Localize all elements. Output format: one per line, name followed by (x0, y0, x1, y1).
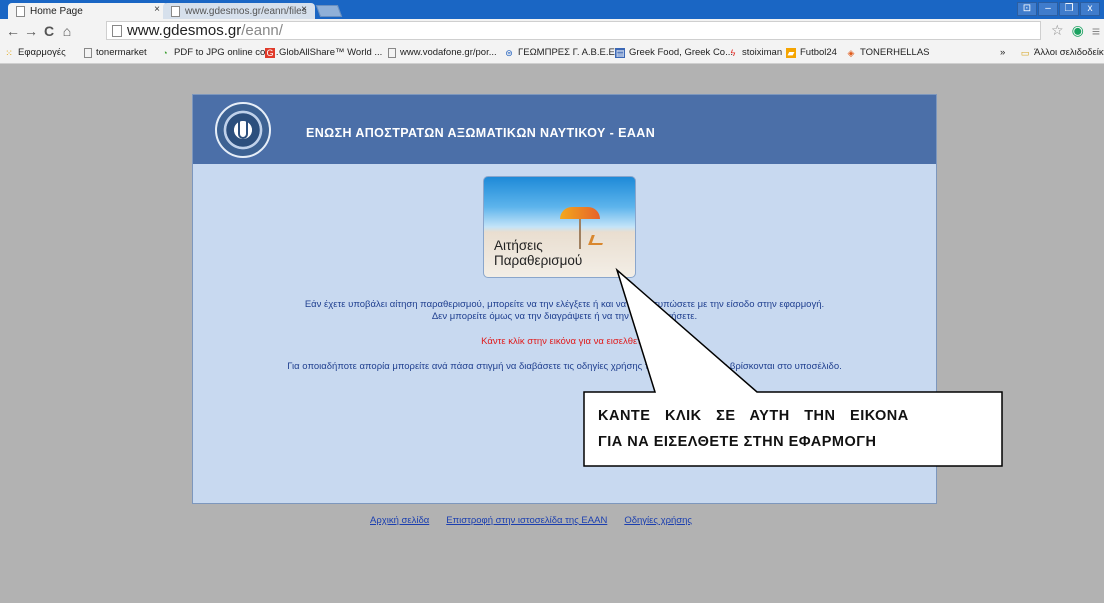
beach-chair-icon (588, 235, 606, 245)
maximize-button[interactable]: ❐ (1059, 2, 1079, 16)
bookmark-label: TONERHELLAS (860, 47, 930, 58)
page-icon (112, 25, 122, 37)
bookmark-label: ΓΕΩΜΠΡΕΣ Γ. Α.Β.Ε.Ε. (518, 47, 618, 58)
address-bar[interactable]: www.gdesmos.gr/eann/ (106, 21, 1041, 40)
footer-link-eaan-site[interactable]: Επιστροφή στην ιστοσελίδα της ΕΑΑΝ (446, 515, 607, 526)
futbol24-icon: ▰ (786, 47, 796, 58)
tab-title: www.gdesmos.gr/eann/files (185, 5, 307, 17)
callout-line2: ΓΙΑ ΝΑ ΕΙΣΕΛΘΕΤΕ ΣΤΗΝ ΕΦΑΡΜΟΓΗ (598, 434, 877, 450)
bookmark-label: GlobAllShare™ World ... (279, 47, 383, 58)
bookmark-label: stoiximan (742, 47, 783, 58)
bookmark-vodafone[interactable]: www.vodafone.gr/por... (388, 47, 497, 58)
bookmark-stoiximan[interactable]: ϟ stoiximan (728, 47, 783, 58)
new-tab-button[interactable] (315, 5, 343, 17)
header-banner: ΕΝΩΣΗ ΑΠΟΣΤΡΑΤΩΝ ΑΞΩΜΑΤΙΚΩΝ ΝΑΥΤΙΚΟΥ - Ε… (193, 95, 936, 164)
window-controls: ⊡ – ❐ x (1017, 2, 1100, 16)
bookmark-label: www.vodafone.gr/por... (400, 47, 497, 58)
food-icon: ▤ (615, 47, 625, 58)
page-icon (171, 6, 180, 17)
callout-text: ΚΑΝΤΕ ΚΛΙΚ ΣΕ ΑΥΤΗ ΤΗΝ ΕΙΚΟΝΑ ΓΙΑ ΝΑ ΕΙΣ… (584, 392, 1002, 466)
bookmark-label: Εφαρμογές (18, 47, 66, 58)
bookmark-geobres[interactable]: ⊜ ΓΕΩΜΠΡΕΣ Γ. Α.Β.Ε.Ε. (504, 47, 617, 58)
url-domain: www.gdesmos.gr (127, 22, 242, 39)
bookmark-star-icon[interactable]: ☆ (1051, 22, 1064, 39)
extension-icon[interactable]: ◉ (1072, 22, 1084, 39)
stoiximan-icon: ϟ (730, 47, 736, 58)
promo-label-line2: Παραθερισμού (494, 253, 583, 268)
flag-icon: ⊜ (505, 47, 513, 58)
browser-toolbar: ← → C ⌂ www.gdesmos.gr/eann/ ☆ ◉ ≡ (0, 19, 1104, 42)
tab-title: Home Page (30, 5, 83, 17)
bookmark-other-folder[interactable]: ▭ Άλλοι σελιδοδείκτ (1020, 47, 1104, 58)
bookmark-label: PDF to JPG online con... (174, 47, 279, 58)
tab-home-page[interactable]: Home Page × (8, 3, 168, 19)
back-button[interactable]: ← (4, 23, 22, 39)
url-path: /eann/ (241, 22, 283, 39)
home-button[interactable]: ⌂ (58, 23, 76, 39)
browser-tabstrip: Home Page × www.gdesmos.gr/eann/files × … (0, 0, 1104, 19)
footer-links: Αρχική σελίδα Επιστροφή στην ιστοσελίδα … (370, 515, 692, 526)
click-instruction: Κάντε κλίκ στην εικόνα για να εισελθετε. (481, 336, 648, 347)
info-text-line2: Δεν μπορείτε όμως να την διαγράψετε ή να… (431, 311, 698, 322)
bookmark-pdf-to-jpg[interactable]: ◔ PDF to JPG online con... (160, 47, 279, 58)
close-tab-icon[interactable]: × (154, 4, 160, 15)
bookmark-tonerhellas[interactable]: ◈ TONERHELLAS (846, 47, 930, 58)
page-icon (388, 47, 396, 58)
bookmark-label: Greek Food, Greek Co... (629, 47, 734, 58)
bookmark-label: Άλλοι σελιδοδείκτ (1034, 47, 1104, 58)
footer-link-home[interactable]: Αρχική σελίδα (370, 515, 429, 526)
bookmark-label: Futbol24 (800, 47, 837, 58)
globallshare-icon: G (265, 47, 275, 58)
bookmark-tonermarket[interactable]: tonermarket (84, 47, 147, 58)
vacation-applications-image[interactable]: Αιτήσεις Παραθερισμού (483, 176, 636, 278)
site-title: ΕΝΩΣΗ ΑΠΟΣΤΡΑΤΩΝ ΑΞΩΜΑΤΙΚΩΝ ΝΑΥΤΙΚΟΥ - Ε… (306, 126, 656, 140)
tab-files[interactable]: www.gdesmos.gr/eann/files × (163, 3, 315, 19)
bookmarks-overflow-button[interactable]: » (1000, 47, 1005, 58)
promo-label-line1: Αιτήσεις (494, 238, 543, 253)
info-text-line1: Εάν έχετε υποβάλει αίτηση παραθερισμού, … (304, 299, 825, 310)
forward-button[interactable]: → (22, 23, 40, 39)
reload-button[interactable]: C (40, 23, 58, 39)
tonerhellas-icon: ◈ (847, 47, 855, 58)
profile-icon[interactable]: ⊡ (1017, 2, 1037, 16)
page-viewport: ΕΝΩΣΗ ΑΠΟΣΤΡΑΤΩΝ ΑΞΩΜΑΤΙΚΩΝ ΝΑΥΤΙΚΟΥ - Ε… (7, 64, 1104, 603)
bookmark-greek-food[interactable]: ▤ Greek Food, Greek Co... (615, 47, 733, 58)
pdf-icon: ◔ (162, 47, 168, 58)
page-icon (16, 6, 25, 17)
footer-link-instructions[interactable]: Οδηγίες χρήσης (624, 515, 692, 526)
promo-label: Αιτήσεις Παραθερισμού (494, 238, 582, 268)
minimize-button[interactable]: – (1038, 2, 1058, 16)
menu-icon[interactable]: ≡ (1092, 23, 1100, 39)
bookmarks-bar: ⁙ Εφαρμογές tonermarket ◔ PDF to JPG onl… (0, 42, 1104, 64)
eaan-logo (215, 102, 271, 158)
page-icon (84, 47, 92, 58)
info-text-line4: Για οποιαδήποτε απορία μπορείτε ανά πάσα… (287, 361, 842, 372)
apps-icon: ⁙ (5, 47, 13, 58)
bookmark-apps[interactable]: ⁙ Εφαρμογές (4, 47, 66, 58)
folder-icon: ▭ (1020, 47, 1030, 58)
bookmark-futbol24[interactable]: ▰ Futbol24 (786, 47, 837, 58)
close-window-button[interactable]: x (1080, 2, 1100, 16)
anchor-icon (238, 119, 248, 139)
close-tab-icon[interactable]: × (301, 4, 307, 15)
bookmark-globallshare[interactable]: G GlobAllShare™ World ... (265, 47, 382, 58)
bookmark-label: tonermarket (96, 47, 147, 58)
umbrella-icon (560, 207, 600, 219)
overflow-label: » (1000, 47, 1006, 58)
callout-line1: ΚΑΝΤΕ ΚΛΙΚ ΣΕ ΑΥΤΗ ΤΗΝ ΕΙΚΟΝΑ (598, 408, 909, 424)
